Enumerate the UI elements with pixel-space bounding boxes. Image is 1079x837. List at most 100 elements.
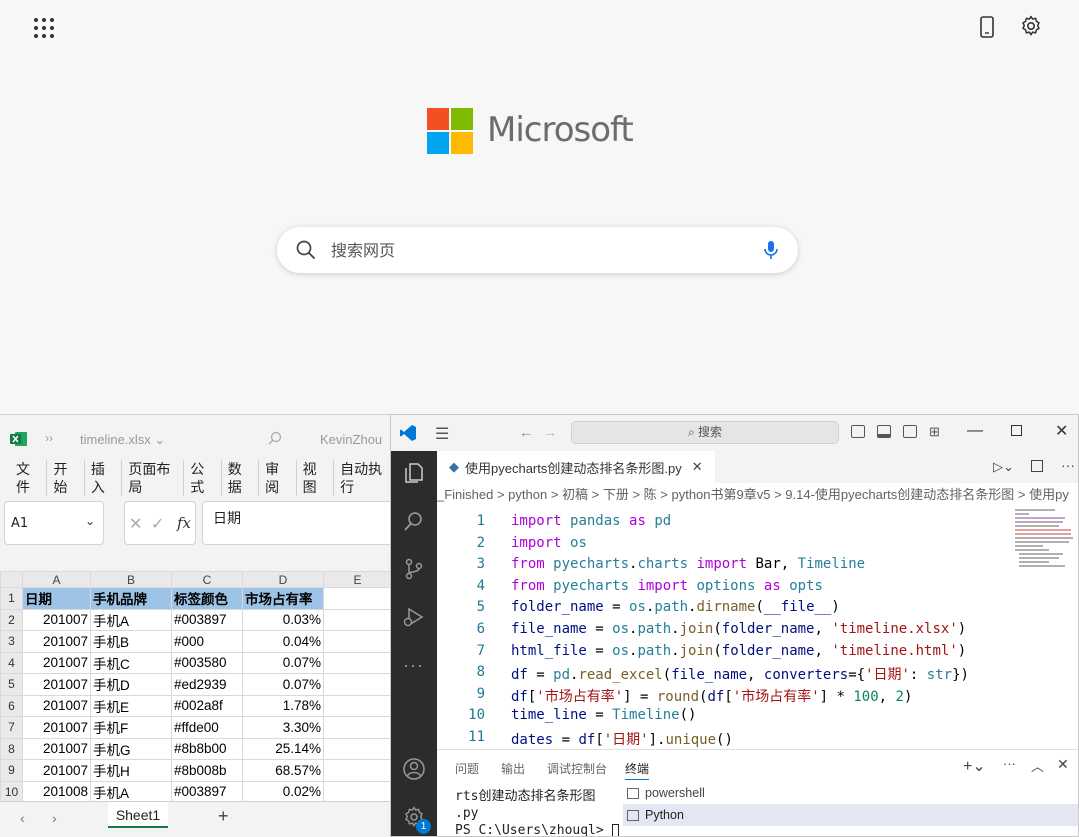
cell[interactable]: #003897 (171, 608, 243, 631)
search-box[interactable] (277, 227, 798, 273)
back-icon[interactable]: ← (519, 424, 533, 440)
header-cell[interactable]: 日期 (22, 587, 91, 610)
empty-cell[interactable] (323, 673, 392, 696)
code-line[interactable]: df = pd.read_excel(file_name, converters… (511, 664, 969, 684)
maximize-panel-icon[interactable]: ︿ (1031, 756, 1044, 775)
table-row[interactable]: 7 201007 手机F #ffde00 3.30% (0, 716, 392, 739)
table-row[interactable]: 5 201007 手机D #ed2939 0.07% (0, 673, 392, 696)
panel-tab-terminal[interactable]: 终端 (625, 760, 650, 780)
row-header[interactable]: 8 (0, 737, 23, 760)
close-icon[interactable]: ✕ (1055, 421, 1068, 441)
cell[interactable]: 1.78% (242, 694, 324, 717)
table-row[interactable]: 8 201007 手机G #8b8b00 25.14% (0, 737, 392, 760)
code-line[interactable]: file_name = os.path.join(folder_name, 't… (511, 621, 966, 637)
row-header[interactable]: 6 (0, 694, 23, 717)
code-line[interactable]: dates = df['日期'].unique() (511, 729, 733, 747)
close-panel-icon[interactable]: ✕ (1057, 756, 1069, 773)
cell[interactable]: #ffde00 (171, 716, 243, 739)
check-icon[interactable]: ✓ (151, 514, 164, 533)
formula-input[interactable]: 日期 (202, 501, 395, 545)
table-row[interactable]: 9 201007 手机H #8b008b 68.57% (0, 759, 392, 782)
column-header[interactable]: A (22, 571, 91, 588)
cell[interactable]: 手机B (90, 630, 172, 653)
add-sheet-icon[interactable]: + (218, 806, 229, 827)
new-terminal-icon[interactable]: +⌄ (963, 756, 986, 776)
panel-tab-problems[interactable]: 问题 (455, 760, 479, 777)
code-line[interactable]: folder_name = os.path.dirname(__file__) (511, 599, 840, 615)
column-header[interactable]: C (171, 571, 243, 588)
spreadsheet-grid[interactable]: A B C D E 1 日期 手机品牌 标签颜色 市场占有率 2 201007 手机A #003… (0, 571, 392, 837)
code-line[interactable]: from pyecharts import options as opts (511, 578, 823, 594)
header-cell[interactable]: 市场占有率 (242, 587, 324, 610)
row-header[interactable]: 2 (0, 608, 23, 631)
cell[interactable]: 0.07% (242, 673, 324, 696)
manage-gear-icon[interactable]: 1 (402, 805, 431, 834)
code-line[interactable]: import os (511, 535, 587, 551)
sheet-tab[interactable]: Sheet1 (108, 802, 168, 828)
table-row[interactable]: 3 201007 手机B #000 0.04% (0, 630, 392, 653)
cell[interactable]: 手机G (90, 737, 172, 760)
row-header[interactable]: 1 (0, 587, 23, 610)
cell[interactable]: 手机H (90, 759, 172, 782)
toggle-panel-icon[interactable] (877, 425, 891, 438)
gear-icon[interactable] (1019, 14, 1043, 38)
column-header[interactable]: D (242, 571, 324, 588)
search-view-icon[interactable] (402, 509, 426, 533)
ribbon-tab-review[interactable]: 审阅 (259, 460, 297, 496)
cell[interactable]: 手机A (90, 608, 172, 631)
account-icon[interactable] (402, 757, 426, 781)
code-line[interactable]: from pyecharts.charts import Bar, Timeli… (511, 556, 865, 572)
ribbon-tab-page-layout[interactable]: 页面布局 (122, 460, 185, 496)
row-header[interactable]: 10 (0, 780, 23, 803)
explorer-icon[interactable] (402, 461, 426, 485)
forward-icon[interactable]: → (543, 424, 557, 440)
excel-filename[interactable]: timeline.xlsx ⌄ (80, 432, 165, 448)
maximize-icon[interactable] (1011, 425, 1022, 436)
panel-more-icon[interactable]: ··· (1003, 756, 1016, 771)
terminal-list-item-active[interactable]: Python (623, 804, 1078, 826)
cell[interactable]: 3.30% (242, 716, 324, 739)
ribbon-tab-view[interactable]: 视图 (297, 460, 335, 496)
chevron-down-icon[interactable]: ⌄ (85, 514, 95, 528)
empty-cell[interactable] (323, 651, 392, 674)
toggle-sidebar-icon[interactable] (851, 425, 865, 438)
cell[interactable]: #003897 (171, 780, 243, 803)
ribbon-tab-insert[interactable]: 插入 (85, 460, 123, 496)
cell[interactable]: 201007 (22, 759, 91, 782)
select-all-corner[interactable] (0, 571, 23, 588)
cell[interactable]: 201007 (22, 716, 91, 739)
code-editor[interactable]: 1 import pandas as pd 2 import os 3 from pyec… (437, 507, 1007, 747)
cell[interactable]: 手机A (90, 780, 172, 803)
source-control-icon[interactable] (402, 557, 426, 581)
close-tab-icon[interactable]: ✕ (692, 459, 703, 475)
cell[interactable]: 201007 (22, 737, 91, 760)
cancel-icon[interactable]: ✕ (129, 514, 142, 533)
empty-cell[interactable] (323, 630, 392, 653)
split-editor-icon[interactable] (1031, 460, 1043, 472)
cell[interactable]: 0.02% (242, 780, 324, 803)
row-header[interactable]: 4 (0, 651, 23, 674)
ribbon-tab-automate[interactable]: 自动执行 (334, 460, 395, 496)
cell[interactable]: 手机C (90, 651, 172, 674)
sheet-next-icon[interactable]: › (52, 810, 57, 826)
name-box[interactable]: A1 ⌄ (4, 501, 104, 545)
empty-cell[interactable] (323, 780, 392, 803)
panel-tab-output[interactable]: 输出 (501, 760, 525, 777)
panel-tab-debug-console[interactable]: 调试控制台 (547, 760, 607, 777)
table-header-row[interactable]: 1 日期 手机品牌 标签颜色 市场占有率 (0, 587, 392, 610)
cell[interactable]: 手机E (90, 694, 172, 717)
customize-layout-icon[interactable]: ⊞ (929, 424, 940, 440)
code-line[interactable]: import pandas as pd (511, 513, 671, 529)
menu-icon[interactable]: ☰ (435, 424, 449, 444)
cell[interactable]: #002a8f (171, 694, 243, 717)
empty-cell[interactable] (323, 737, 392, 760)
phone-icon[interactable] (976, 14, 998, 40)
cell[interactable]: #8b8b00 (171, 737, 243, 760)
excel-user-name[interactable]: KevinZhou (320, 432, 382, 447)
table-row[interactable]: 10 201008 手机A #003897 0.02% (0, 780, 392, 803)
empty-cell[interactable] (323, 759, 392, 782)
terminal-list-item[interactable]: powershell (623, 782, 1078, 804)
cell[interactable]: #000 (171, 630, 243, 653)
column-header[interactable]: B (90, 571, 172, 588)
cell[interactable]: 0.07% (242, 651, 324, 674)
